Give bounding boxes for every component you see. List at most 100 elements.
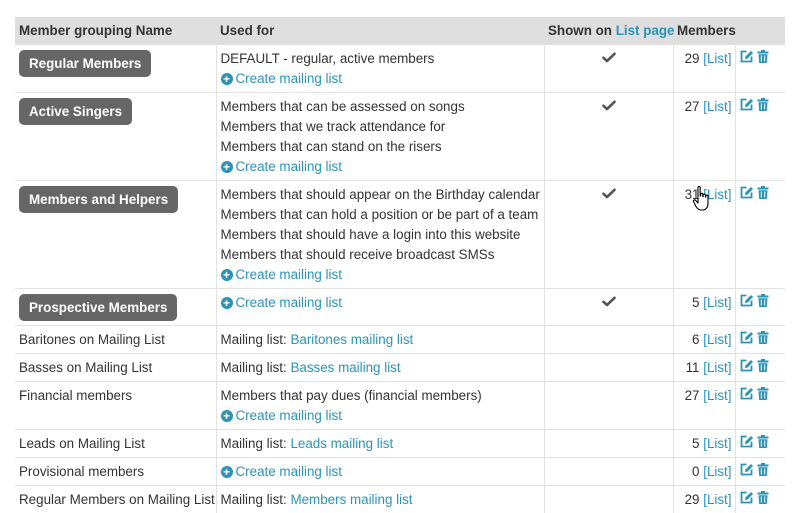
header-shown-prefix: Shown on — [548, 23, 616, 38]
used-for-cell: Mailing list: Members mailing list — [216, 486, 544, 513]
used-for-cell: Mailing list: Basses mailing list — [216, 354, 544, 382]
trash-icon[interactable] — [757, 387, 769, 400]
group-name: Regular Members on Mailing List — [19, 492, 215, 507]
trash-icon[interactable] — [757, 50, 769, 63]
shown-cell — [544, 45, 673, 93]
used-for-cell: +Create mailing list — [216, 289, 544, 326]
actions-cell — [735, 289, 785, 326]
table-row: Financial membersMembers that pay dues (… — [15, 382, 785, 430]
group-badge[interactable]: Regular Members — [19, 50, 151, 77]
member-count: 29 — [685, 51, 700, 66]
group-name: Baritones on Mailing List — [19, 332, 165, 347]
trash-icon[interactable] — [757, 463, 769, 476]
used-for-line: Members that should receive broadcast SM… — [221, 245, 541, 265]
trash-icon[interactable] — [757, 98, 769, 111]
shown-cell — [544, 354, 673, 382]
members-cell: 5 [List] — [673, 430, 735, 458]
list-members-link[interactable]: [List] — [703, 492, 731, 507]
header-actions — [735, 17, 785, 45]
list-members-link[interactable]: [List] — [703, 295, 731, 310]
actions-cell — [735, 93, 785, 181]
list-members-link[interactable]: [List] — [703, 436, 731, 451]
list-members-link[interactable]: [List] — [703, 187, 731, 202]
members-cell: 29 [List] — [673, 45, 735, 93]
edit-icon[interactable] — [740, 435, 754, 448]
list-page-link[interactable]: List page — [616, 23, 675, 38]
used-for-cell: Members that can be assessed on songsMem… — [216, 93, 544, 181]
list-members-link[interactable]: [List] — [703, 99, 731, 114]
mailing-list-prefix: Mailing list: — [221, 332, 291, 347]
trash-icon[interactable] — [757, 359, 769, 372]
edit-icon[interactable] — [740, 359, 754, 372]
group-name: Financial members — [19, 388, 132, 403]
create-mailing-list[interactable]: +Create mailing list — [221, 69, 541, 89]
list-members-link[interactable]: [List] — [703, 464, 731, 479]
shown-cell — [544, 181, 673, 289]
trash-icon[interactable] — [757, 435, 769, 448]
create-mailing-list-link[interactable]: Create mailing list — [236, 267, 342, 282]
shown-cell — [544, 289, 673, 326]
create-mailing-list[interactable]: +Create mailing list — [221, 462, 541, 482]
mailing-list-line: Mailing list: Baritones mailing list — [221, 330, 541, 350]
group-badge[interactable]: Active Singers — [19, 98, 132, 125]
group-name: Basses on Mailing List — [19, 360, 152, 375]
edit-icon[interactable] — [740, 387, 754, 400]
create-mailing-list-link[interactable]: Create mailing list — [236, 295, 342, 310]
members-cell: 5 [List] — [673, 289, 735, 326]
mailing-list-prefix: Mailing list: — [221, 436, 291, 451]
table-body: Regular Members DEFAULT - regular, active… — [15, 45, 785, 513]
mailing-list-link[interactable]: Basses mailing list — [290, 360, 400, 375]
member-count: 0 — [692, 464, 699, 479]
mailing-list-line: Mailing list: Basses mailing list — [221, 358, 541, 378]
group-name: Provisional members — [19, 464, 144, 479]
list-members-link[interactable]: [List] — [703, 388, 731, 403]
used-for-line: Members that can hold a position or be p… — [221, 205, 541, 225]
table-header-row: Member grouping Name Used for Shown on L… — [15, 17, 785, 45]
create-mailing-list[interactable]: +Create mailing list — [221, 265, 541, 285]
group-name-cell: Provisional members — [15, 458, 216, 486]
actions-cell — [735, 458, 785, 486]
create-mailing-list-link[interactable]: Create mailing list — [236, 408, 342, 423]
members-cell: 6 [List] — [673, 326, 735, 354]
list-members-link[interactable]: [List] — [703, 360, 731, 375]
header-shown: Shown on List page — [544, 17, 673, 45]
plus-circle-icon: + — [221, 161, 233, 173]
actions-cell — [735, 45, 785, 93]
group-badge[interactable]: Prospective Members — [19, 294, 177, 321]
trash-icon[interactable] — [757, 491, 769, 504]
used-for-cell: DEFAULT - regular, active members+Create… — [216, 45, 544, 93]
group-name-cell: Members and Helpers — [15, 181, 216, 289]
shown-cell — [544, 326, 673, 354]
edit-icon[interactable] — [740, 186, 754, 199]
group-name-cell: Leads on Mailing List — [15, 430, 216, 458]
trash-icon[interactable] — [757, 331, 769, 344]
header-members: Members — [673, 17, 735, 45]
edit-icon[interactable] — [740, 294, 754, 307]
used-for-cell: Members that should appear on the Birthd… — [216, 181, 544, 289]
mailing-list-link[interactable]: Baritones mailing list — [290, 332, 413, 347]
create-mailing-list[interactable]: +Create mailing list — [221, 293, 541, 313]
trash-icon[interactable] — [757, 186, 769, 199]
group-name-cell: Baritones on Mailing List — [15, 326, 216, 354]
create-mailing-list-link[interactable]: Create mailing list — [236, 159, 342, 174]
edit-icon[interactable] — [740, 463, 754, 476]
edit-icon[interactable] — [740, 491, 754, 504]
create-mailing-list-link[interactable]: Create mailing list — [236, 464, 342, 479]
group-badge[interactable]: Members and Helpers — [19, 186, 178, 213]
trash-icon[interactable] — [757, 294, 769, 307]
used-for-cell: +Create mailing list — [216, 458, 544, 486]
edit-icon[interactable] — [740, 50, 754, 63]
members-cell: 29 [List] — [673, 486, 735, 513]
create-mailing-list[interactable]: +Create mailing list — [221, 157, 541, 177]
member-count: 31 — [685, 187, 700, 202]
create-mailing-list[interactable]: +Create mailing list — [221, 406, 541, 426]
list-members-link[interactable]: [List] — [703, 51, 731, 66]
list-members-link[interactable]: [List] — [703, 332, 731, 347]
table-row: Basses on Mailing List Mailing list: Bass… — [15, 354, 785, 382]
create-mailing-list-link[interactable]: Create mailing list — [236, 71, 342, 86]
mailing-list-link[interactable]: Members mailing list — [290, 492, 412, 507]
edit-icon[interactable] — [740, 98, 754, 111]
edit-icon[interactable] — [740, 331, 754, 344]
mailing-list-link[interactable]: Leads mailing list — [290, 436, 393, 451]
member-count: 27 — [685, 99, 700, 114]
